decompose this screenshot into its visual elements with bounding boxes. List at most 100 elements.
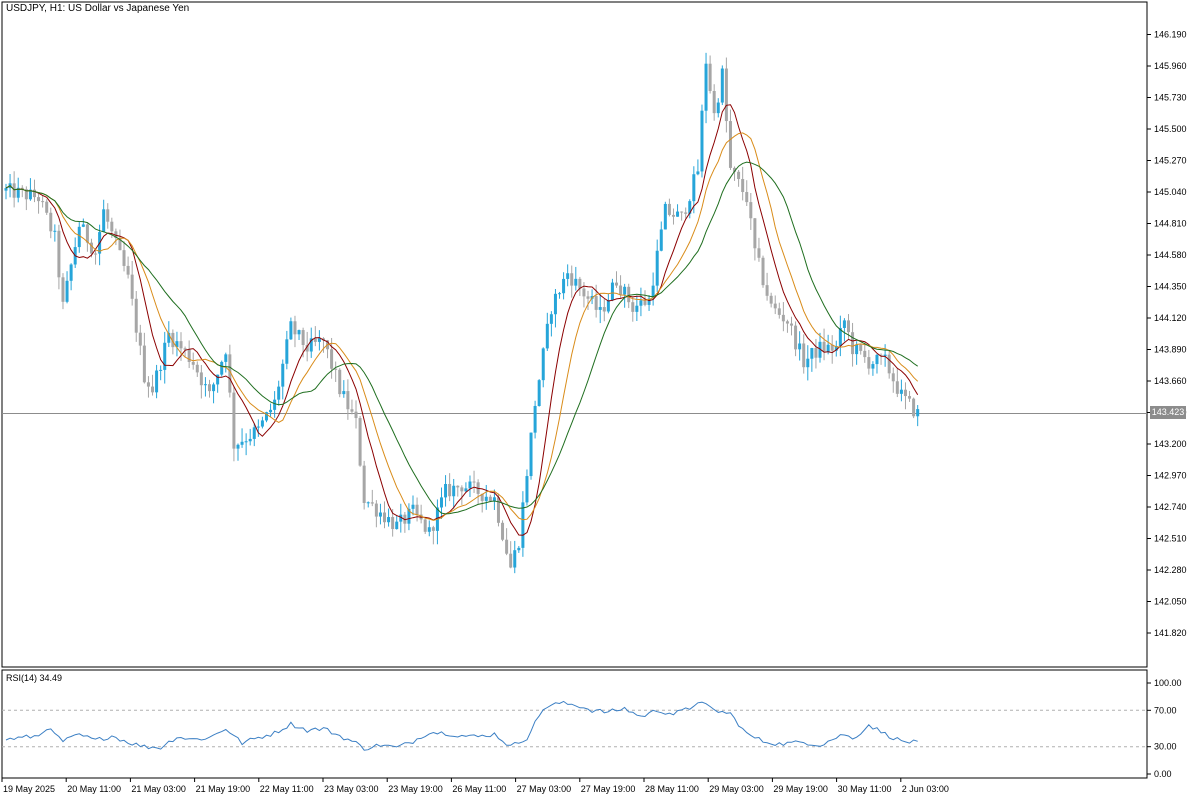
candle: [631, 296, 635, 322]
time-tick-label: 28 May 11:00: [645, 784, 699, 794]
price-tick-label: 143.890: [1154, 345, 1187, 355]
candle: [773, 295, 777, 315]
candle: [501, 520, 505, 542]
candle: [810, 347, 814, 372]
candle: [362, 460, 366, 510]
candle: [212, 382, 216, 404]
price-tick-label: 142.050: [1154, 597, 1187, 607]
candle: [781, 302, 785, 332]
candle: [16, 177, 20, 203]
candle: [427, 520, 431, 537]
candle: [647, 295, 651, 311]
candle: [49, 207, 53, 239]
candle: [663, 201, 667, 230]
candle: [277, 380, 281, 406]
moving-average-line-21: [5, 161, 918, 515]
candle: [757, 237, 761, 262]
candle: [448, 473, 452, 502]
candle: [537, 379, 541, 407]
candle: [57, 224, 61, 290]
candle: [558, 291, 562, 299]
candle: [130, 261, 134, 306]
price-tick-label: 143.660: [1154, 376, 1187, 386]
candle: [370, 489, 374, 507]
price-tick-label: 142.740: [1154, 502, 1187, 512]
candle: [338, 368, 342, 398]
time-tick-label: 29 May 03:00: [709, 784, 764, 794]
current-price-label: 143.423: [1150, 406, 1186, 419]
candle: [350, 399, 354, 415]
candle: [830, 335, 834, 364]
chart-title: USDJPY, H1: US Dollar vs Japanese Yen: [6, 3, 190, 14]
candle: [407, 503, 411, 531]
time-tick-label: 23 May 19:00: [388, 784, 443, 794]
candle: [838, 315, 842, 357]
candle: [671, 208, 675, 225]
rsi-tick-label: 70.00: [1154, 705, 1177, 715]
candle: [269, 403, 273, 418]
candle: [802, 334, 806, 374]
candle: [651, 272, 655, 306]
candle: [737, 169, 741, 187]
time-tick-label: 27 May 19:00: [581, 784, 636, 794]
candle: [741, 166, 745, 201]
candle: [37, 192, 41, 214]
candle: [106, 203, 110, 229]
candle: [517, 546, 521, 553]
candle: [842, 318, 846, 342]
candle: [232, 386, 236, 462]
candle: [708, 55, 712, 94]
time-tick-label: 29 May 19:00: [773, 784, 828, 794]
time-tick-label: 22 May 11:00: [260, 784, 314, 794]
candle: [615, 271, 618, 288]
candle: [541, 347, 545, 388]
candle: [208, 379, 211, 398]
candle: [126, 256, 130, 279]
price-tick-label: 143.200: [1154, 439, 1187, 449]
candle: [464, 482, 468, 493]
price-tick-label: 146.190: [1154, 30, 1187, 40]
candle: [676, 204, 680, 217]
rsi-tick-label: 0.00: [1154, 769, 1172, 779]
candle: [476, 479, 480, 504]
candle: [745, 180, 749, 206]
candle: [285, 330, 289, 370]
candle: [444, 475, 448, 507]
candle: [749, 192, 753, 230]
candle: [41, 195, 45, 208]
candle: [423, 518, 427, 535]
candle: [77, 221, 81, 253]
candle: [187, 340, 191, 369]
chart-canvas[interactable]: 146.190 145.960 145.730 145.500 145.270 145.0…: [0, 0, 1200, 800]
candle: [724, 57, 728, 133]
chart-window: 146.190 145.960 145.730 145.500 145.270 145.0…: [0, 0, 1200, 800]
candle: [20, 185, 24, 198]
candle: [73, 237, 77, 268]
candle: [159, 365, 163, 381]
candle: [912, 397, 916, 419]
candle: [798, 331, 802, 361]
moving-average-line-13: [5, 132, 919, 521]
candle: [4, 183, 8, 200]
candle: [667, 198, 671, 217]
candle: [859, 343, 863, 355]
candle: [895, 368, 899, 398]
candle: [533, 400, 537, 439]
candle: [908, 390, 912, 402]
candle: [415, 497, 419, 522]
candle: [378, 503, 382, 525]
candle: [871, 361, 875, 376]
candle: [293, 315, 297, 348]
time-tick-label: 23 May 03:00: [324, 784, 379, 794]
candle: [53, 224, 57, 242]
candle: [289, 317, 293, 340]
moving-average-line-8: [5, 104, 919, 536]
candle: [794, 321, 798, 357]
candle: [753, 217, 757, 261]
candle: [395, 515, 399, 530]
candle: [680, 211, 684, 221]
candle: [875, 354, 879, 374]
candle: [248, 428, 252, 446]
candle: [704, 52, 708, 124]
candle: [260, 416, 264, 429]
